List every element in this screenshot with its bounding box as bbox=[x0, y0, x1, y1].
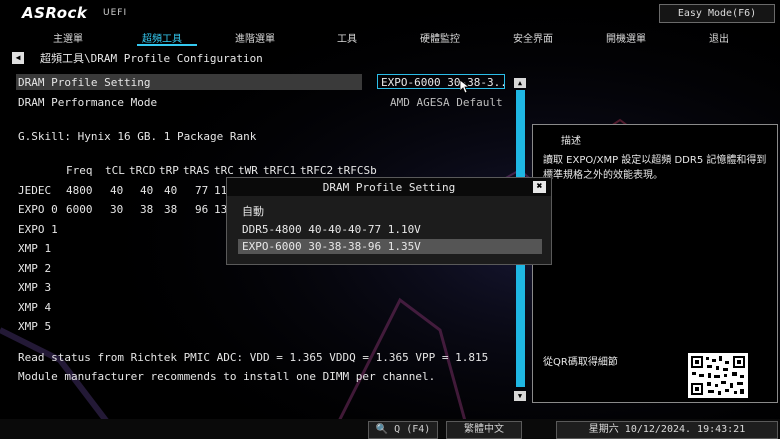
table-row-label: XMP 2 bbox=[18, 262, 52, 275]
popup-header: DRAM Profile Setting ✖ bbox=[227, 178, 551, 196]
table-header-tcl: tCL bbox=[105, 164, 125, 177]
table-row-label: EXPO 1 bbox=[18, 223, 58, 236]
table-cell: 77 bbox=[195, 184, 209, 197]
table-cell: 6000 bbox=[66, 203, 93, 216]
table-row-label: XMP 3 bbox=[18, 281, 52, 294]
table-cell: 40 bbox=[110, 184, 124, 197]
table-header-trfc1: tRFC1 bbox=[263, 164, 297, 177]
memory-info: G.Skill: Hynix 16 GB. 1 Package Rank bbox=[18, 130, 257, 143]
table-cell: 40 bbox=[140, 184, 154, 197]
table-cell: 38 bbox=[140, 203, 154, 216]
table-cell: 4800 bbox=[66, 184, 93, 197]
table-header-freq: Freq bbox=[66, 164, 93, 177]
table-row-label: JEDEC bbox=[18, 184, 52, 197]
dram-profile-setting-label[interactable]: DRAM Profile Setting bbox=[18, 76, 150, 89]
qr-code-label: 從QR碼取得細節 bbox=[543, 357, 618, 368]
table-header-trcd: tRCD bbox=[129, 164, 156, 177]
datetime-display: 星期六 10/12/2024. 19:43:21 bbox=[556, 421, 778, 439]
search-button-label: Q (F4) bbox=[394, 424, 431, 435]
table-header-trp: tRP bbox=[159, 164, 179, 177]
table-row-label: XMP 5 bbox=[18, 320, 52, 333]
description-panel: 描述 讀取 EXPO/XMP 設定以超頻 DDR5 記憶體和得到標準規格之外的效… bbox=[532, 124, 778, 403]
table-header-trc: tRC bbox=[214, 164, 234, 177]
module-note: Module manufacturer recommends to instal… bbox=[18, 370, 436, 383]
dram-performance-mode-label[interactable]: DRAM Performance Mode bbox=[18, 96, 157, 109]
scroll-up-icon[interactable]: ▲ bbox=[514, 78, 526, 88]
dram-profile-setting-value[interactable]: EXPO-6000 30-38-3... bbox=[377, 74, 505, 89]
language-button[interactable]: 繁體中文 bbox=[446, 421, 522, 439]
table-row-label: XMP 4 bbox=[18, 301, 52, 314]
popup-option-ddr5-4800[interactable]: DDR5-4800 40-40-40-77 1.10V bbox=[238, 222, 542, 237]
close-icon[interactable]: ✖ bbox=[533, 181, 546, 193]
description-title: 描述 bbox=[561, 136, 581, 147]
popup-option-auto[interactable]: 自動 bbox=[238, 204, 542, 219]
table-header-trfc2: tRFC2 bbox=[300, 164, 334, 177]
qr-code-icon bbox=[688, 353, 748, 398]
scroll-down-icon[interactable]: ▼ bbox=[514, 391, 526, 401]
search-icon: 🔍 bbox=[375, 424, 389, 435]
table-header-twr: tWR bbox=[238, 164, 258, 177]
dram-performance-mode-value[interactable]: AMD AGESA Default bbox=[390, 96, 503, 109]
description-body: 讀取 EXPO/XMP 設定以超頻 DDR5 記憶體和得到標準規格之外的效能表現… bbox=[543, 155, 767, 181]
bottom-bar: 🔍 Q (F4) 繁體中文 星期六 10/12/2024. 19:43:21 bbox=[0, 419, 780, 439]
table-header-trfcsb: tRFCSb bbox=[337, 164, 377, 177]
table-cell: 40 bbox=[164, 184, 178, 197]
table-cell: 38 bbox=[164, 203, 178, 216]
popup-title: DRAM Profile Setting bbox=[322, 181, 456, 194]
table-cell: 30 bbox=[110, 203, 124, 216]
table-header-tras: tRAS bbox=[183, 164, 210, 177]
popup-option-expo-6000[interactable]: EXPO-6000 30-38-38-96 1.35V bbox=[238, 239, 542, 254]
search-button[interactable]: 🔍 Q (F4) bbox=[368, 421, 438, 439]
table-row-label: EXPO 0 bbox=[18, 203, 58, 216]
pmic-status: Read status from Richtek PMIC ADC: VDD =… bbox=[18, 351, 489, 364]
table-row-label: XMP 1 bbox=[18, 242, 52, 255]
table-cell: 96 bbox=[195, 203, 209, 216]
dram-profile-popup: DRAM Profile Setting ✖ 自動 DDR5-4800 40-4… bbox=[226, 177, 552, 265]
mouse-cursor-icon bbox=[460, 80, 470, 93]
